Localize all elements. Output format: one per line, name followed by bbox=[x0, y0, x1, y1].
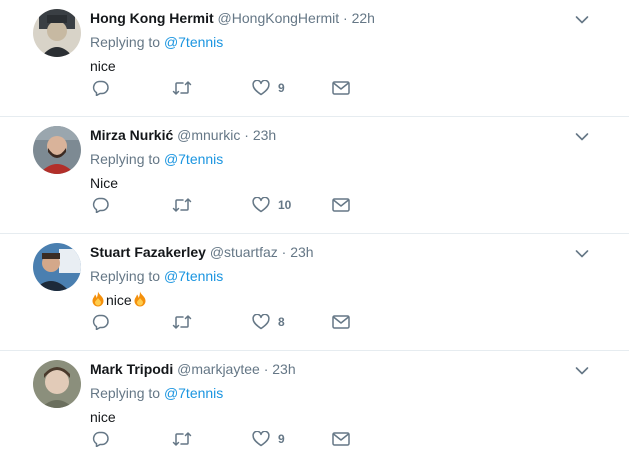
avatar[interactable] bbox=[33, 9, 81, 57]
retweet-icon bbox=[172, 80, 192, 96]
reply-tweet[interactable]: Mirza Nurkić @mnurkic · 23h Replying to … bbox=[0, 117, 629, 234]
envelope-icon bbox=[332, 198, 350, 212]
heart-icon bbox=[252, 197, 270, 213]
fire-emoji-icon bbox=[132, 291, 148, 312]
username[interactable]: @markjaytee bbox=[177, 361, 260, 377]
heart-icon bbox=[252, 80, 270, 96]
replying-to-label: Replying to bbox=[90, 268, 164, 284]
direct-message-button[interactable] bbox=[332, 429, 350, 449]
retweet-icon bbox=[172, 314, 192, 330]
like-button[interactable]: 10 bbox=[252, 195, 291, 215]
retweet-button[interactable] bbox=[172, 195, 192, 215]
envelope-icon bbox=[332, 81, 350, 95]
separator-dot: · bbox=[263, 361, 269, 377]
tweet-text: nice bbox=[90, 409, 116, 425]
chevron-down-icon[interactable] bbox=[575, 363, 589, 375]
replying-to: Replying to @7tennis bbox=[90, 266, 599, 286]
like-count: 9 bbox=[278, 432, 285, 446]
reply-tweet[interactable]: Stuart Fazakerley @stuartfaz · 23h Reply… bbox=[0, 234, 629, 351]
envelope-icon bbox=[332, 432, 350, 446]
retweet-icon bbox=[172, 197, 192, 213]
timestamp[interactable]: 23h bbox=[290, 244, 313, 260]
tweet-actions: 8 bbox=[92, 312, 352, 332]
avatar[interactable] bbox=[33, 243, 81, 291]
retweet-icon bbox=[172, 431, 192, 447]
retweet-button[interactable] bbox=[172, 429, 192, 449]
like-count: 8 bbox=[278, 315, 285, 329]
tweet-text-word: nice bbox=[106, 292, 132, 308]
username[interactable]: @HongKongHermit bbox=[218, 10, 340, 26]
replying-to: Replying to @7tennis bbox=[90, 149, 599, 169]
timestamp[interactable]: 22h bbox=[352, 10, 375, 26]
display-name[interactable]: Stuart Fazakerley bbox=[90, 244, 206, 260]
heart-icon bbox=[252, 314, 270, 330]
reply-feed: Hong Kong Hermit @HongKongHermit · 22h R… bbox=[0, 0, 629, 468]
reply-tweet[interactable]: Hong Kong Hermit @HongKongHermit · 22h R… bbox=[0, 0, 629, 117]
like-button[interactable]: 8 bbox=[252, 312, 285, 332]
tweet-actions: 9 bbox=[92, 429, 352, 449]
tweet-text: Nice bbox=[90, 175, 119, 191]
mention-link[interactable]: @7tennis bbox=[164, 151, 223, 167]
display-name[interactable]: Hong Kong Hermit bbox=[90, 10, 214, 26]
replying-to: Replying to @7tennis bbox=[90, 383, 599, 403]
username[interactable]: @stuartfaz bbox=[210, 244, 278, 260]
retweet-button[interactable] bbox=[172, 312, 192, 332]
envelope-icon bbox=[332, 315, 350, 329]
username[interactable]: @mnurkic bbox=[177, 127, 240, 143]
tweet-text: nice bbox=[90, 290, 599, 312]
display-name[interactable]: Mirza Nurkić bbox=[90, 127, 173, 143]
chevron-down-icon[interactable] bbox=[575, 246, 589, 258]
avatar[interactable] bbox=[33, 126, 81, 174]
separator-dot: · bbox=[281, 244, 287, 260]
reply-icon bbox=[92, 197, 109, 213]
direct-message-button[interactable] bbox=[332, 312, 350, 332]
direct-message-button[interactable] bbox=[332, 78, 350, 98]
like-button[interactable]: 9 bbox=[252, 429, 285, 449]
reply-icon bbox=[92, 80, 109, 96]
like-button[interactable]: 9 bbox=[252, 78, 285, 98]
fire-emoji-icon bbox=[90, 291, 106, 312]
like-count: 9 bbox=[278, 81, 285, 95]
reply-tweet[interactable]: Mark Tripodi @markjaytee · 23h Replying … bbox=[0, 351, 629, 468]
tweet-actions: 10 bbox=[92, 195, 352, 215]
separator-dot: · bbox=[244, 127, 249, 143]
retweet-button[interactable] bbox=[172, 78, 192, 98]
reply-button[interactable] bbox=[92, 78, 109, 98]
replying-to-label: Replying to bbox=[90, 385, 164, 401]
heart-icon bbox=[252, 431, 270, 447]
direct-message-button[interactable] bbox=[332, 195, 350, 215]
separator-dot: · bbox=[343, 10, 348, 26]
tweet-text: nice bbox=[90, 58, 116, 74]
reply-icon bbox=[92, 431, 109, 447]
tweet-actions: 9 bbox=[92, 78, 352, 98]
mention-link[interactable]: @7tennis bbox=[164, 34, 223, 50]
reply-button[interactable] bbox=[92, 312, 109, 332]
like-count: 10 bbox=[278, 198, 292, 212]
replying-to: Replying to @7tennis bbox=[90, 32, 599, 52]
avatar[interactable] bbox=[33, 360, 81, 408]
reply-icon bbox=[92, 314, 109, 330]
mention-link[interactable]: @7tennis bbox=[164, 268, 223, 284]
reply-button[interactable] bbox=[92, 429, 109, 449]
replying-to-label: Replying to bbox=[90, 34, 164, 50]
replying-to-label: Replying to bbox=[90, 151, 164, 167]
reply-button[interactable] bbox=[92, 195, 109, 215]
mention-link[interactable]: @7tennis bbox=[164, 385, 223, 401]
chevron-down-icon[interactable] bbox=[575, 12, 589, 24]
timestamp[interactable]: 23h bbox=[272, 361, 295, 377]
timestamp[interactable]: 23h bbox=[253, 127, 276, 143]
display-name[interactable]: Mark Tripodi bbox=[90, 361, 173, 377]
chevron-down-icon[interactable] bbox=[575, 129, 589, 141]
